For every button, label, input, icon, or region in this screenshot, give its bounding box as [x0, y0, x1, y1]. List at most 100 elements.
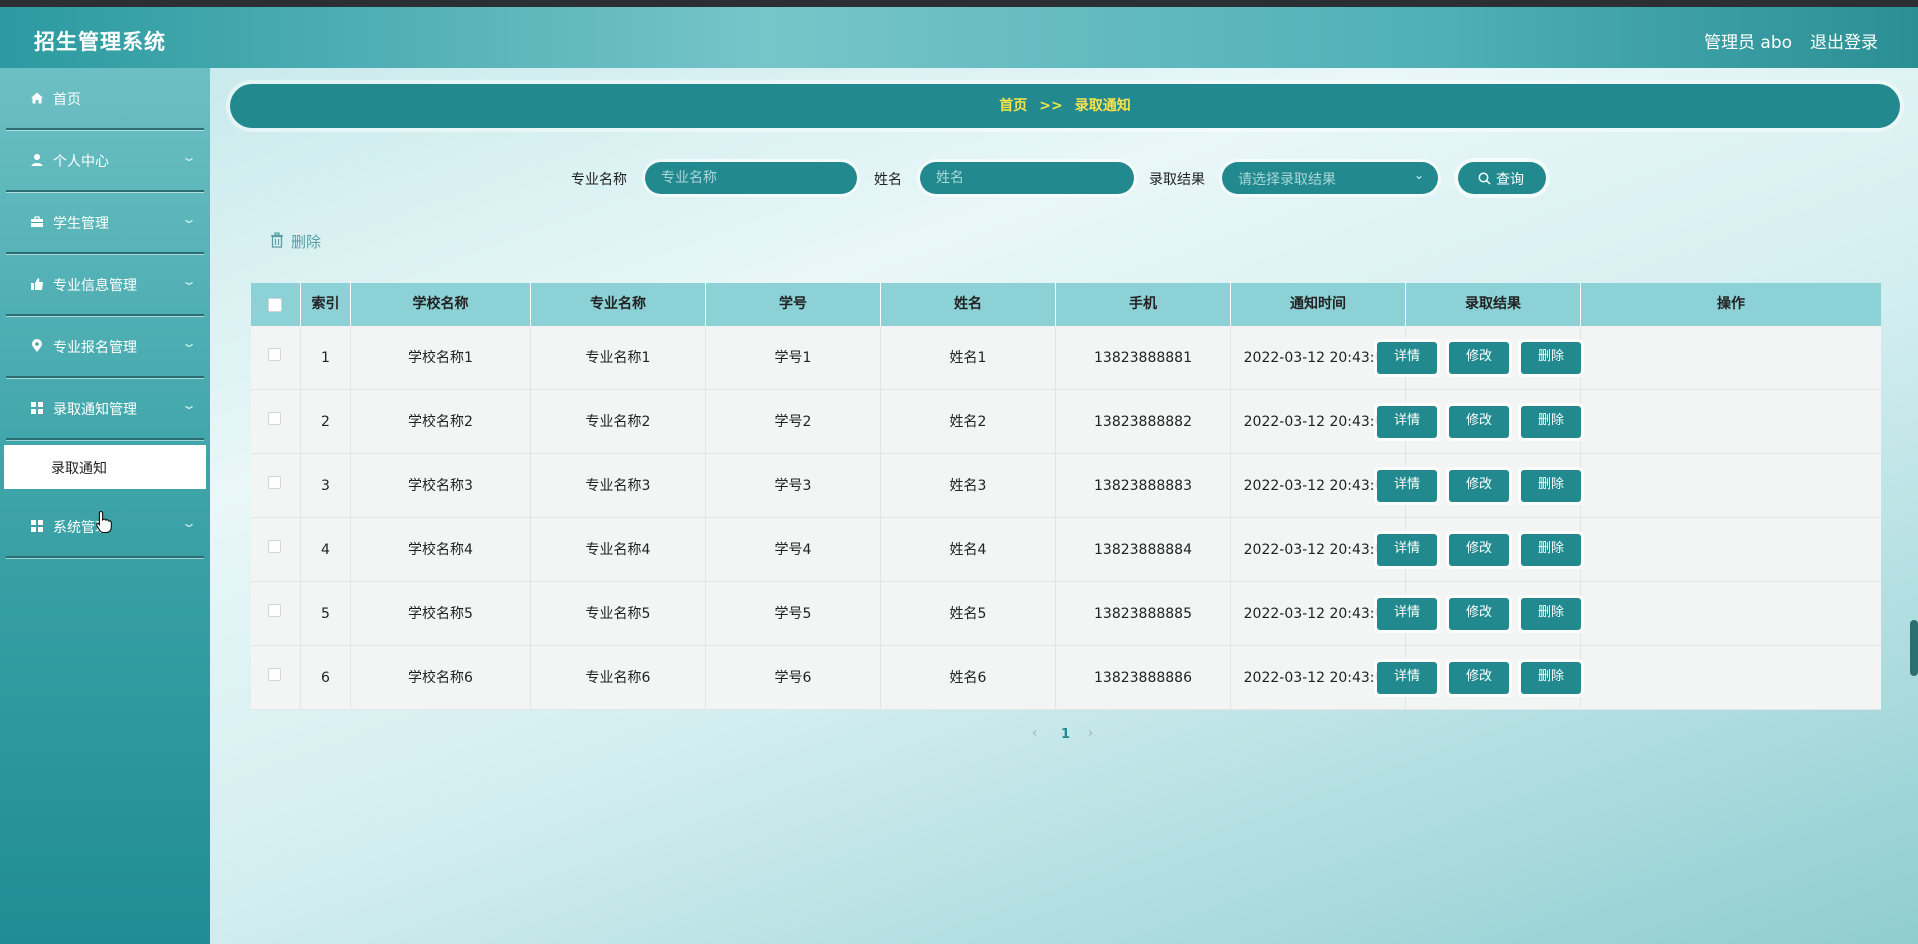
major-search-input[interactable]	[645, 162, 857, 194]
sidebar-item-majors[interactable]: 专业信息管理 ⌄	[6, 254, 204, 316]
sidebar-item-home[interactable]: 首页	[6, 68, 204, 130]
select-all-checkbox[interactable]	[268, 298, 282, 312]
cell-actions	[1581, 326, 1881, 390]
page-number[interactable]: 1	[1061, 727, 1070, 742]
detail-button[interactable]: 详情	[1377, 598, 1437, 630]
sidebar-item-label: 个人中心	[53, 154, 109, 170]
row-checkbox[interactable]	[268, 476, 281, 489]
sidebar-item-label: 专业报名管理	[53, 340, 137, 356]
cell-index: 3	[301, 454, 351, 518]
edit-button[interactable]: 修改	[1449, 470, 1509, 502]
search-icon	[1478, 172, 1491, 185]
home-icon	[31, 92, 43, 104]
cell-name: 姓名5	[881, 582, 1056, 646]
header-select-cell	[251, 283, 301, 326]
row-checkbox[interactable]	[268, 604, 281, 617]
row-select-cell	[251, 326, 301, 390]
edit-button[interactable]: 修改	[1449, 342, 1509, 374]
name-search-input[interactable]	[920, 162, 1134, 194]
cell-phone: 13823888881	[1056, 326, 1231, 390]
grid-icon	[31, 520, 43, 532]
app-title: 招生管理系统	[34, 30, 166, 54]
cell-name: 姓名6	[881, 646, 1056, 710]
delete-button[interactable]: 删除	[1521, 598, 1581, 630]
sidebar-item-enrollment[interactable]: 专业报名管理 ⌄	[6, 316, 204, 378]
next-page-button[interactable]: ›	[1088, 726, 1093, 741]
name-search-label: 姓名	[874, 172, 902, 188]
cell-phone: 13823888883	[1056, 454, 1231, 518]
cell-student-no: 学号1	[706, 326, 881, 390]
cell-actions	[1581, 582, 1881, 646]
row-select-cell	[251, 390, 301, 454]
sidebar-divider	[6, 438, 204, 440]
cell-student-no: 学号6	[706, 646, 881, 710]
thumbs-up-icon	[31, 278, 43, 290]
cell-actions	[1581, 518, 1881, 582]
cell-student-no: 学号4	[706, 518, 881, 582]
cell-phone: 13823888885	[1056, 582, 1231, 646]
current-user: 管理员 abo	[1704, 33, 1793, 53]
cell-index: 4	[301, 518, 351, 582]
detail-button[interactable]: 详情	[1377, 342, 1437, 374]
logout-link[interactable]: 退出登录	[1810, 28, 1878, 53]
edit-button[interactable]: 修改	[1449, 662, 1509, 694]
column-header: 通知时间	[1231, 283, 1406, 326]
scrollbar-thumb[interactable]	[1910, 620, 1918, 676]
cell-phone: 13823888882	[1056, 390, 1231, 454]
edit-button[interactable]: 修改	[1449, 534, 1509, 566]
delete-button[interactable]: 删除	[1521, 342, 1581, 374]
result-select[interactable]: 请选择录取结果 ⌄	[1222, 162, 1438, 194]
detail-button[interactable]: 详情	[1377, 662, 1437, 694]
breadcrumb-home[interactable]: 首页	[999, 98, 1027, 114]
column-header: 学校名称	[351, 283, 531, 326]
briefcase-icon	[31, 216, 43, 227]
sidebar-item-label: 录取通知管理	[53, 402, 137, 418]
result-select-placeholder: 请选择录取结果	[1238, 172, 1336, 188]
location-icon	[32, 339, 42, 352]
table-row: 1 学校名称1 专业名称1 学号1 姓名1 13823888881 2022-03-12 2…	[251, 326, 1881, 390]
edit-button[interactable]: 修改	[1449, 406, 1509, 438]
breadcrumb: 首页 >> 录取通知	[230, 84, 1900, 128]
pagination: ‹ 1 ›	[1026, 722, 1106, 748]
detail-button[interactable]: 详情	[1377, 534, 1437, 566]
sidebar-divider	[6, 556, 204, 558]
row-checkbox[interactable]	[268, 348, 281, 361]
cell-name: 姓名2	[881, 390, 1056, 454]
sidebar: 首页 个人中心 ⌄ 学生管理 ⌄ 专业信息管理 ⌄ 专业报名管理 ⌄ 录取通知管…	[0, 68, 210, 944]
row-select-cell	[251, 582, 301, 646]
row-select-cell	[251, 518, 301, 582]
cell-major: 专业名称1	[531, 326, 706, 390]
detail-button[interactable]: 详情	[1377, 406, 1437, 438]
delete-button[interactable]: 删除	[1521, 662, 1581, 694]
chevron-down-icon: ⌄	[180, 398, 198, 412]
row-checkbox[interactable]	[268, 412, 281, 425]
chevron-down-icon: ⌄	[180, 336, 198, 350]
row-checkbox[interactable]	[268, 540, 281, 553]
table-row: 6 学校名称6 专业名称6 学号6 姓名6 13823888886 2022-03-12 2…	[251, 646, 1881, 710]
column-header: 姓名	[881, 283, 1056, 326]
chevron-down-icon: ⌄	[180, 150, 198, 164]
sidebar-item-admission[interactable]: 录取通知管理 ⌄	[6, 378, 204, 440]
result-search-label: 录取结果	[1149, 172, 1205, 188]
detail-button[interactable]: 详情	[1377, 470, 1437, 502]
delete-button[interactable]: 删除	[1521, 470, 1581, 502]
column-header: 专业名称	[531, 283, 706, 326]
table-row: 5 学校名称5 专业名称5 学号5 姓名5 13823888885 2022-03-12 2…	[251, 582, 1881, 646]
edit-button[interactable]: 修改	[1449, 598, 1509, 630]
query-button-label: 查询	[1496, 172, 1524, 188]
sidebar-subitem-admission-notice[interactable]: 录取通知	[4, 445, 206, 489]
delete-button[interactable]: 删除	[1521, 406, 1581, 438]
sidebar-item-profile[interactable]: 个人中心 ⌄	[6, 130, 204, 192]
sidebar-item-students[interactable]: 学生管理 ⌄	[6, 192, 204, 254]
cell-major: 专业名称2	[531, 390, 706, 454]
cell-school: 学校名称5	[351, 582, 531, 646]
delete-button[interactable]: 删除	[1521, 534, 1581, 566]
cell-index: 1	[301, 326, 351, 390]
prev-page-button[interactable]: ‹	[1032, 726, 1037, 741]
cell-name: 姓名4	[881, 518, 1056, 582]
row-checkbox[interactable]	[268, 668, 281, 681]
row-select-cell	[251, 454, 301, 518]
query-button[interactable]: 查询	[1458, 162, 1546, 194]
chevron-down-icon: ⌄	[180, 274, 198, 288]
table-header: 索引 学校名称 专业名称 学号 姓名 手机 通知时间 录取结果 操作	[251, 283, 1881, 326]
